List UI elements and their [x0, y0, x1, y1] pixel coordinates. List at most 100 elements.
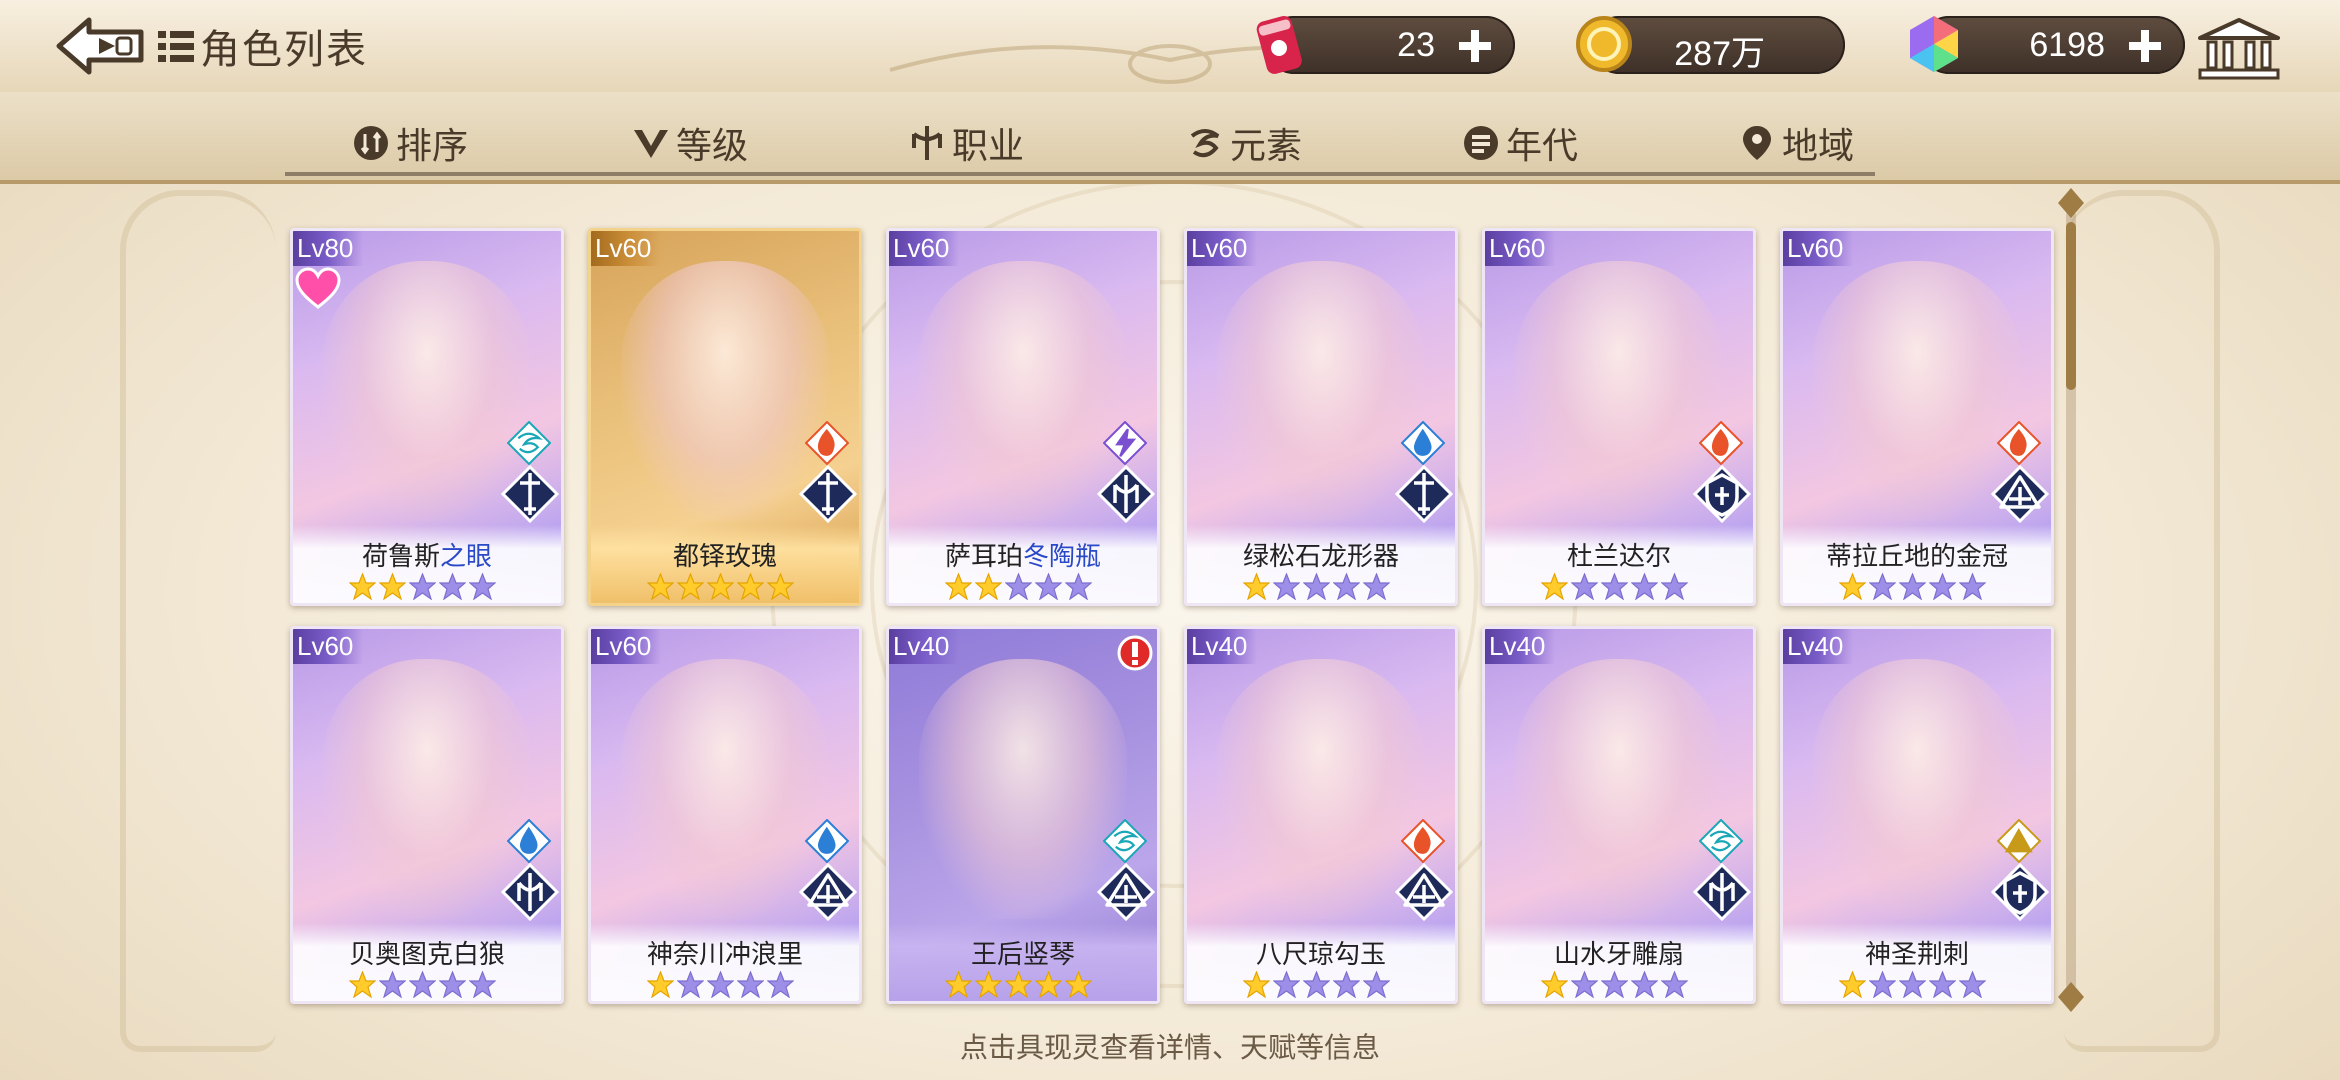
filter-region[interactable]: 地域 — [1738, 120, 1854, 166]
star-rating — [1541, 573, 1691, 601]
top-bar: 角色列表 23 287万 6198 — [0, 0, 2340, 95]
gem-value: 6198 — [2029, 26, 2105, 64]
star-filled-icon — [1839, 573, 1866, 600]
filter-sort[interactable]: 排序 — [352, 120, 468, 166]
filter-bar — [0, 92, 2340, 184]
class-book-icon — [1395, 863, 1453, 921]
character-portrait — [323, 659, 531, 919]
star-rating — [349, 971, 499, 999]
star-filled-icon — [1065, 971, 1092, 998]
character-name: 都铎玫瑰 — [591, 536, 859, 573]
star-empty-icon — [1631, 573, 1658, 600]
character-name: 贝奥图克白狼 — [293, 934, 561, 971]
filter-underline — [285, 172, 1875, 176]
character-card[interactable]: Lv40 八尺琼勾玉 — [1184, 626, 1458, 1004]
character-name-main: 神奈川冲浪里 — [646, 939, 803, 969]
character-card[interactable]: Lv60 贝奥图克白狼 — [290, 626, 564, 1004]
add-ticket-button[interactable] — [1455, 26, 1495, 66]
museum-icon[interactable] — [2198, 18, 2280, 80]
level-badge: Lv60 — [889, 231, 960, 266]
filter-era[interactable]: 年代 — [1462, 120, 1578, 166]
star-empty-icon — [1959, 573, 1986, 600]
filter-class-label: 职业 — [952, 125, 1025, 166]
level-badge: Lv60 — [1783, 231, 1854, 266]
star-empty-icon — [1929, 971, 1956, 998]
star-filled-icon — [647, 971, 674, 998]
star-filled-icon — [1243, 573, 1270, 600]
character-card[interactable]: Lv60 萨耳珀冬陶瓶 — [886, 228, 1160, 606]
star-empty-icon — [379, 971, 406, 998]
frame-decoration-left — [120, 190, 276, 1052]
back-arrow-icon[interactable] — [55, 14, 145, 78]
star-filled-icon — [707, 573, 734, 600]
star-empty-icon — [1601, 971, 1628, 998]
character-name-highlight: 冬陶瓶 — [1023, 541, 1102, 571]
star-filled-icon — [647, 573, 674, 600]
star-filled-icon — [379, 573, 406, 600]
filter-level-label: 等级 — [676, 125, 749, 166]
filter-level[interactable]: 等级 — [632, 120, 748, 166]
scrollbar-cap-top-icon — [2058, 188, 2084, 218]
star-filled-icon — [945, 573, 972, 600]
character-card[interactable]: Lv40 山水牙雕扇 — [1482, 626, 1756, 1004]
element-lightning-icon — [1103, 421, 1147, 465]
star-empty-icon — [1661, 971, 1688, 998]
element-icon — [1190, 129, 1220, 158]
character-card[interactable]: Lv60 都铎玫瑰 — [588, 228, 862, 606]
class-shield-icon — [1693, 465, 1751, 523]
gold-coin-icon — [1576, 16, 1632, 72]
element-wind-icon — [1103, 819, 1147, 863]
level-badge: Lv40 — [1187, 629, 1258, 664]
star-rating — [647, 573, 797, 601]
star-rating — [1839, 573, 1989, 601]
frame-decoration-right — [2064, 190, 2220, 1052]
character-portrait — [1515, 659, 1723, 919]
element-fire-icon — [805, 421, 849, 465]
character-name: 山水牙雕扇 — [1485, 934, 1753, 971]
star-empty-icon — [439, 573, 466, 600]
add-gem-button[interactable] — [2125, 26, 2165, 66]
star-empty-icon — [439, 971, 466, 998]
star-empty-icon — [1661, 573, 1688, 600]
gold-counter: 287万 — [1576, 16, 1845, 74]
character-card[interactable]: Lv60 蒂拉丘地的金冠 — [1780, 228, 2054, 606]
filter-element[interactable]: 元素 — [1186, 120, 1302, 166]
character-card[interactable]: Lv60 神奈川冲浪里 — [588, 626, 862, 1004]
star-filled-icon — [1839, 971, 1866, 998]
star-empty-icon — [1899, 573, 1926, 600]
filter-class[interactable]: 职业 — [908, 120, 1024, 166]
character-portrait — [1217, 261, 1425, 521]
star-empty-icon — [469, 573, 496, 600]
filter-element-label: 元素 — [1230, 125, 1303, 166]
character-name: 萨耳珀冬陶瓶 — [889, 536, 1157, 573]
character-name-main: 山水牙雕扇 — [1553, 939, 1684, 969]
star-empty-icon — [1929, 573, 1956, 600]
list-icon — [158, 31, 194, 62]
character-card[interactable]: Lv60 杜兰达尔 — [1482, 228, 1756, 606]
gold-value: 287万 — [1674, 35, 1765, 73]
character-card[interactable]: Lv80 荷鲁斯之眼 — [290, 228, 564, 606]
element-wind-icon — [507, 421, 551, 465]
star-filled-icon — [1541, 573, 1568, 600]
character-card[interactable]: Lv60 绿松石龙形器 — [1184, 228, 1458, 606]
star-rating — [1243, 971, 1393, 999]
star-filled-icon — [975, 971, 1002, 998]
star-filled-icon — [1005, 971, 1032, 998]
character-portrait — [1813, 659, 2021, 919]
star-empty-icon — [707, 971, 734, 998]
character-card[interactable]: Lv40 神圣荆刺 — [1780, 626, 2054, 1004]
star-empty-icon — [1363, 573, 1390, 600]
element-earth-icon — [1997, 819, 2041, 863]
class-book-icon — [1097, 863, 1155, 921]
class-claw-icon — [501, 863, 559, 921]
character-name-main: 荷鲁斯 — [361, 541, 440, 571]
character-name: 神奈川冲浪里 — [591, 934, 859, 971]
character-name-main: 八尺琼勾玉 — [1255, 939, 1386, 969]
star-filled-icon — [349, 573, 376, 600]
star-empty-icon — [1005, 573, 1032, 600]
element-wind-icon — [1699, 819, 1743, 863]
scrollbar-thumb[interactable] — [2066, 222, 2076, 390]
character-card[interactable]: Lv40 王后竖琴 — [886, 626, 1160, 1004]
star-empty-icon — [409, 573, 436, 600]
star-empty-icon — [1333, 573, 1360, 600]
